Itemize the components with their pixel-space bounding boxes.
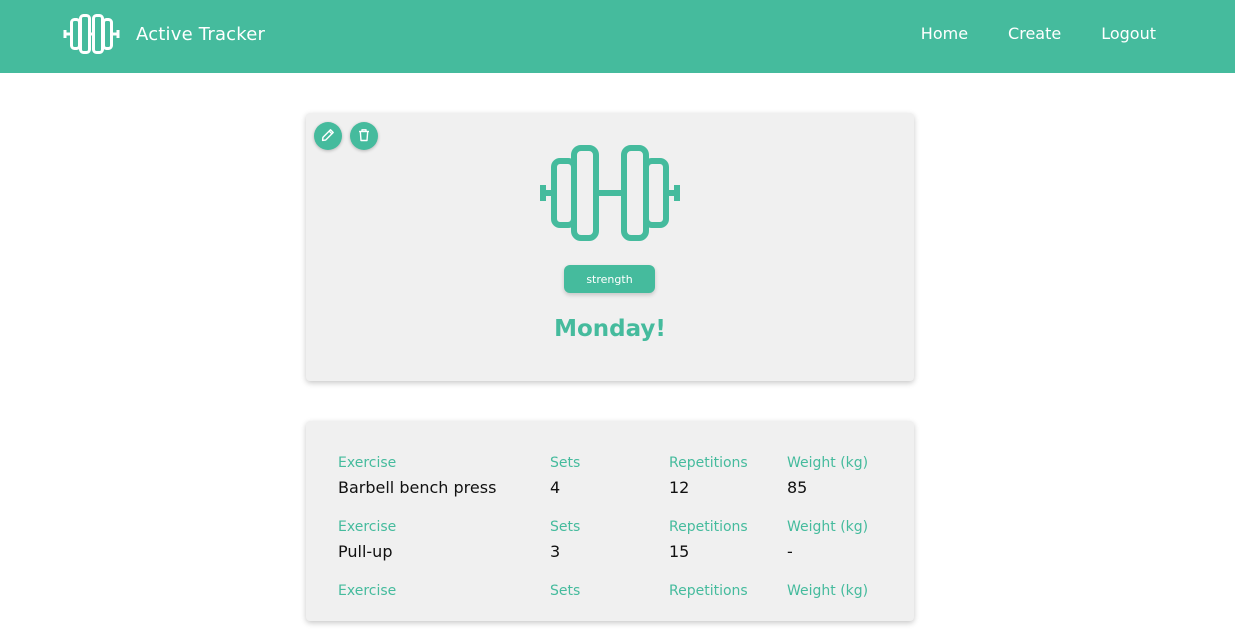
sets-label: Sets — [550, 519, 581, 535]
weight-label: Weight (kg) — [787, 519, 869, 535]
exercise-value: Barbell bench press — [338, 478, 497, 497]
sets-cell: Sets — [550, 582, 580, 626]
exercise-label: Exercise — [338, 519, 397, 535]
repetitions-value: 15 — [669, 542, 690, 561]
dumbbell-icon — [540, 143, 680, 247]
repetitions-cell: Repetitions — [669, 582, 748, 626]
repetitions-value — [669, 606, 748, 626]
sets-cell: Sets 4 — [550, 454, 580, 498]
brand-link[interactable]: Active Tracker — [63, 14, 265, 54]
exercise-cell: Exercise — [338, 582, 396, 626]
navbar: Active Tracker Home Create Logout — [0, 0, 1235, 73]
sets-value: 3 — [550, 542, 561, 561]
weight-value — [787, 606, 868, 626]
repetitions-cell: Repetitions 15 — [669, 518, 748, 562]
exercise-value — [338, 606, 396, 626]
category-badge: strength — [564, 265, 655, 293]
nav-link-home[interactable]: Home — [921, 24, 968, 43]
weight-label: Weight (kg) — [787, 583, 869, 599]
delete-button[interactable] — [350, 122, 378, 150]
weight-value: - — [787, 542, 793, 561]
weight-label: Weight (kg) — [787, 455, 869, 471]
repetitions-label: Repetitions — [669, 519, 748, 535]
nav-link-create[interactable]: Create — [1008, 24, 1061, 43]
repetitions-cell: Repetitions 12 — [669, 454, 748, 498]
pencil-icon — [321, 127, 335, 146]
repetitions-label: Repetitions — [669, 455, 748, 471]
nav-links: Home Create Logout — [921, 24, 1156, 43]
sets-cell: Sets 3 — [550, 518, 580, 562]
exercise-label: Exercise — [338, 583, 397, 599]
repetitions-value: 12 — [669, 478, 690, 497]
exercise-row: Exercise Barbell bench press Sets 4 Repe… — [338, 454, 898, 508]
edit-button[interactable] — [314, 122, 342, 150]
workout-card: strength Monday! — [306, 113, 914, 381]
workout-title: Monday! — [554, 316, 666, 342]
exercise-value: Pull-up — [338, 542, 393, 561]
sets-label: Sets — [550, 455, 581, 471]
repetitions-label: Repetitions — [669, 583, 748, 599]
nav-link-logout[interactable]: Logout — [1101, 24, 1156, 43]
trash-icon — [357, 127, 371, 146]
sets-value: 4 — [550, 478, 561, 497]
exercise-label: Exercise — [338, 455, 397, 471]
app-title: Active Tracker — [136, 23, 266, 45]
exercise-row: Exercise Sets Repetitions Weight (kg) — [338, 582, 898, 636]
weight-cell: Weight (kg) - — [787, 518, 868, 562]
exercise-cell: Exercise Barbell bench press — [338, 454, 496, 498]
exercises-card: Exercise Barbell bench press Sets 4 Repe… — [306, 421, 914, 621]
weight-cell: Weight (kg) — [787, 582, 868, 626]
exercise-cell: Exercise Pull-up — [338, 518, 396, 562]
sets-label: Sets — [550, 583, 581, 599]
weight-value: 85 — [787, 478, 808, 497]
exercise-row: Exercise Pull-up Sets 3 Repetitions 15 W… — [338, 518, 898, 572]
weight-cell: Weight (kg) 85 — [787, 454, 868, 498]
sets-value — [550, 606, 580, 626]
dumbbell-icon — [63, 14, 120, 54]
